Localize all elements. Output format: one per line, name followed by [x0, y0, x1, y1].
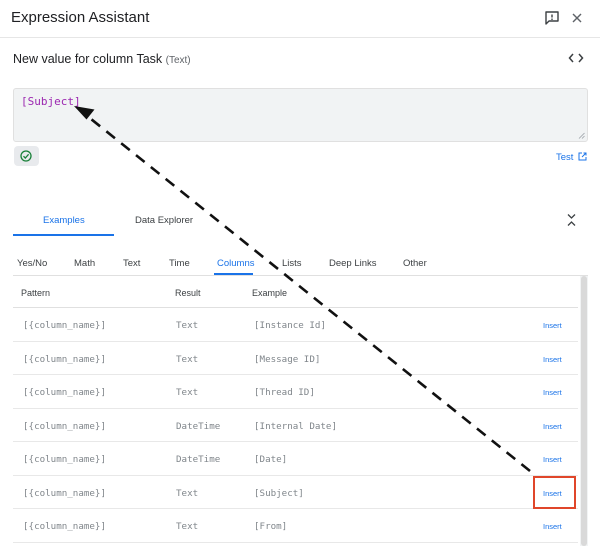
table-row: [{column_name}] Text [From] Insert: [13, 509, 578, 543]
pattern-cell: [{column_name}]: [23, 487, 106, 499]
result-cell: DateTime: [176, 420, 221, 432]
examples-table: Pattern Result Example [{column_name}] T…: [13, 276, 578, 543]
tab-yes-no[interactable]: Yes/No: [17, 258, 47, 269]
feedback-icon[interactable]: [544, 10, 560, 26]
tab-deep-links[interactable]: Deep Links: [329, 258, 377, 269]
collapse-icon[interactable]: [566, 213, 577, 227]
result-cell: Text: [176, 387, 199, 398]
tab-text[interactable]: Text: [123, 258, 140, 269]
expression-editor[interactable]: [Subject]: [13, 88, 588, 142]
result-cell: Text: [176, 353, 199, 365]
subtitle-type: (Text): [165, 55, 191, 66]
insert-button[interactable]: Insert: [543, 522, 562, 531]
tab-columns[interactable]: Columns: [217, 258, 255, 269]
table-row: [{column_name}] DateTime [Internal Date]…: [13, 409, 578, 442]
pattern-cell: [{column_name}]: [23, 320, 106, 331]
header-example: Example: [252, 288, 288, 298]
insert-button[interactable]: Insert: [543, 321, 562, 330]
tab-lists[interactable]: Lists: [282, 258, 302, 269]
table-scrollbar[interactable]: [580, 276, 588, 546]
highlight-box: [533, 476, 576, 509]
code-icon[interactable]: [568, 51, 584, 65]
resize-grip-icon[interactable]: [578, 132, 585, 139]
pattern-cell: [{column_name}]: [23, 521, 106, 532]
pattern-cell: [{column_name}]: [23, 420, 106, 432]
scrollbar-thumb[interactable]: [581, 276, 587, 546]
main-tabs: Examples Data Explorer: [13, 206, 588, 236]
test-link-label[interactable]: Test: [556, 152, 573, 163]
tab-math[interactable]: Math: [74, 258, 95, 269]
insert-button[interactable]: Insert: [543, 355, 562, 364]
expression-text[interactable]: [Subject]: [21, 95, 81, 108]
active-subtab-indicator: [214, 273, 253, 275]
check-circle-icon: [20, 150, 32, 162]
table-row: [{column_name}] DateTime [Date] Insert: [13, 442, 578, 476]
header-result: Result: [175, 288, 201, 298]
column-subtitle: New value for column Task (Text): [13, 52, 191, 66]
tab-data-explorer[interactable]: Data Explorer: [135, 215, 193, 226]
example-cell: [Date]: [254, 454, 288, 465]
insert-button[interactable]: Insert: [543, 455, 562, 464]
example-cell: [Subject]: [254, 487, 304, 499]
title-bar: Expression Assistant: [0, 0, 600, 38]
subtitle-text: New value for column Task: [13, 52, 163, 66]
open-in-new-icon[interactable]: [578, 152, 587, 161]
tab-other[interactable]: Other: [403, 258, 427, 269]
pattern-cell: [{column_name}]: [23, 387, 106, 398]
table-row: [{column_name}] Text [Instance Id] Inser…: [13, 308, 578, 342]
result-cell: DateTime: [176, 454, 221, 465]
table-header: Pattern Result Example: [13, 276, 578, 308]
table-row: [{column_name}] Text [Thread ID] Insert: [13, 375, 578, 409]
example-cell: [Thread ID]: [254, 387, 315, 398]
table-row: [{column_name}] Text [Subject] Insert: [13, 476, 578, 509]
tab-examples[interactable]: Examples: [43, 215, 85, 226]
close-icon[interactable]: [570, 11, 584, 25]
tab-time[interactable]: Time: [169, 258, 190, 269]
pattern-cell: [{column_name}]: [23, 454, 106, 465]
window-title: Expression Assistant: [11, 9, 150, 26]
result-cell: Text: [176, 521, 199, 532]
example-cell: [From]: [254, 521, 288, 532]
active-tab-indicator: [13, 234, 114, 236]
example-cell: [Internal Date]: [254, 420, 337, 432]
example-cell: [Message ID]: [254, 353, 321, 365]
result-cell: Text: [176, 320, 199, 331]
header-pattern: Pattern: [21, 288, 51, 298]
validation-status: [14, 146, 39, 166]
result-cell: Text: [176, 487, 199, 499]
insert-button[interactable]: Insert: [543, 422, 562, 431]
category-tabs: Yes/No Math Text Time Columns Lists Deep…: [13, 250, 588, 276]
insert-button[interactable]: Insert: [543, 388, 562, 397]
example-cell: [Instance Id]: [254, 320, 326, 331]
test-link[interactable]: Test: [556, 152, 587, 163]
table-row: [{column_name}] Text [Message ID] Insert: [13, 342, 578, 375]
pattern-cell: [{column_name}]: [23, 353, 106, 365]
